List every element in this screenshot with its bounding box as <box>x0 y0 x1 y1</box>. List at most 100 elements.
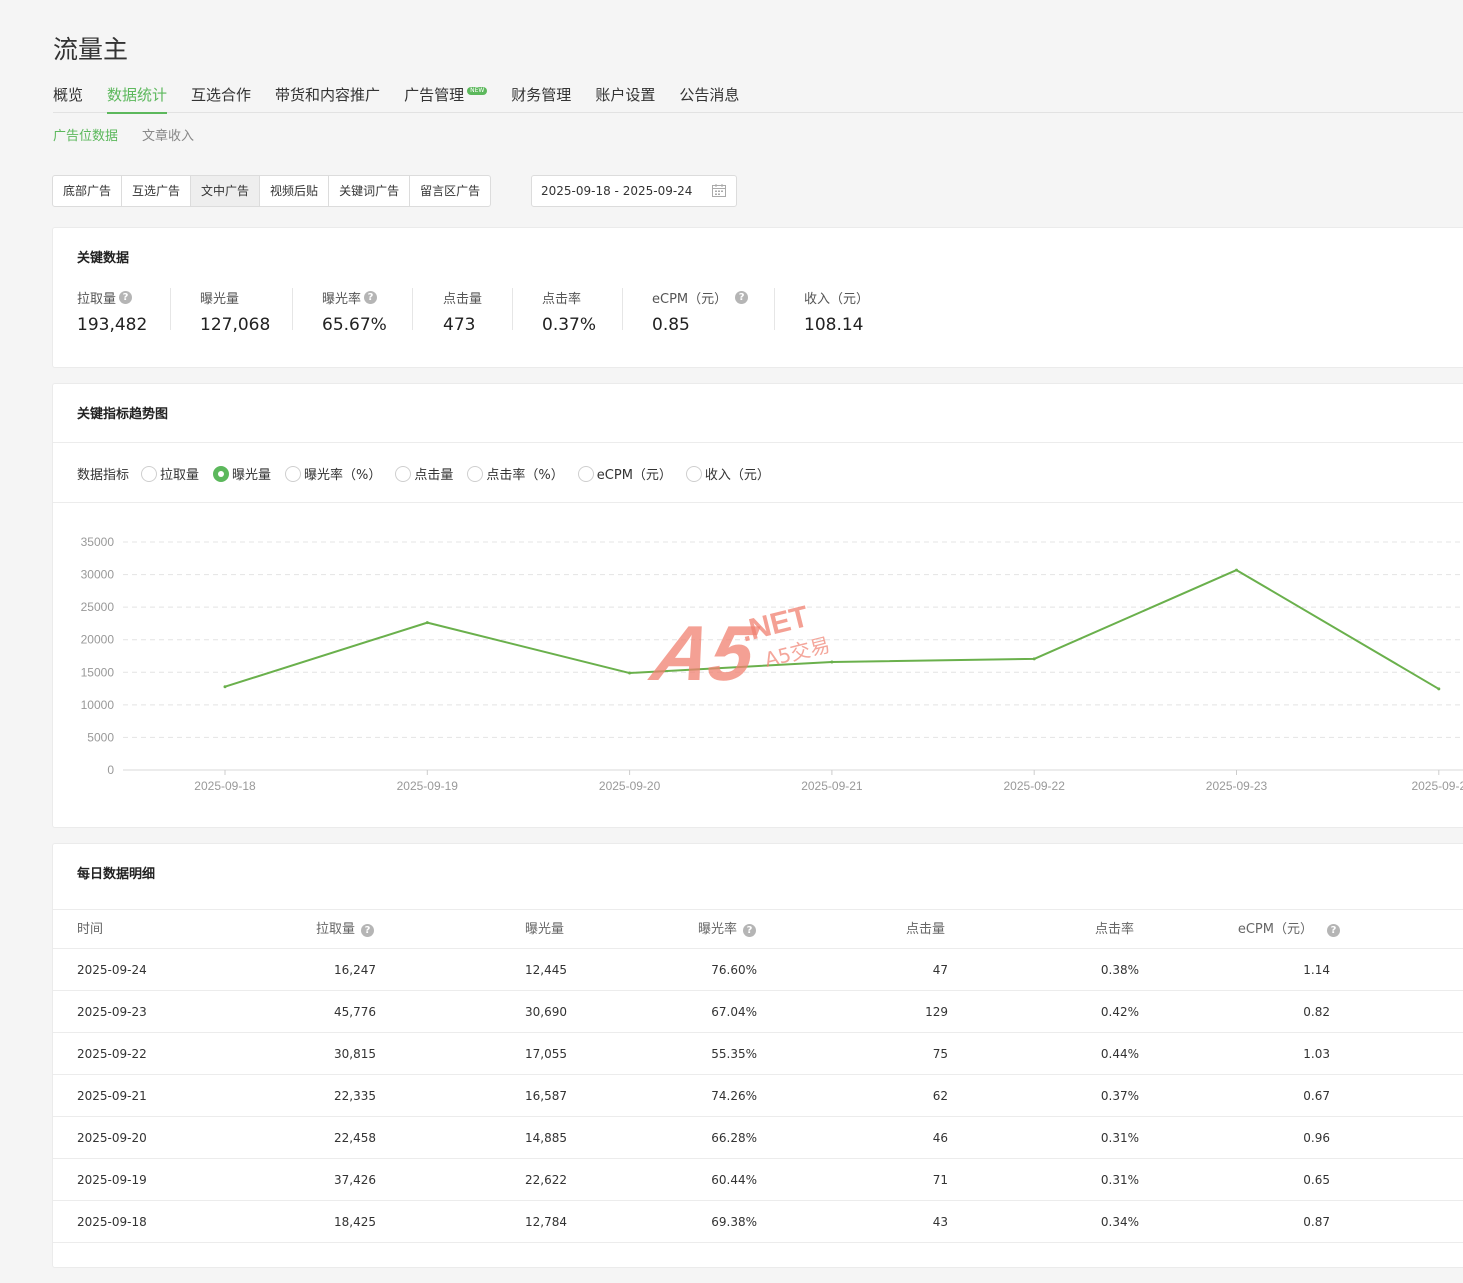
kpi-click-count: 点击量 473 <box>443 288 482 335</box>
table-row: 2025-09-23 45,776 30,690 67.04% 129 0.42% 0.82 <box>53 991 1463 1033</box>
table-cell: 2025-09-19 <box>77 1173 147 1187</box>
table-cell: 17,055 <box>525 1047 567 1061</box>
table-cell: 22,622 <box>525 1173 567 1187</box>
y-tick-label: 15000 <box>81 665 115 679</box>
daily-detail-card: 每日数据明细 时间 拉取量? 曝光量 曝光率? 点击量 点击率 eCPM（元）?… <box>52 843 1463 1268</box>
ad-type-tabs: 底部广告 互选广告 文中广告 视频后贴 关键词广告 留言区广告 <box>52 175 492 207</box>
nav-statistics[interactable]: 数据统计 <box>107 84 168 114</box>
metric-radio-clicks[interactable]: 点击量 <box>395 464 453 483</box>
kpi-divider <box>292 288 293 330</box>
table-row: 2025-09-19 37,426 22,622 60.44% 71 0.31% 0.65 <box>53 1159 1463 1201</box>
tab-bottom-ad[interactable]: 底部广告 <box>53 176 123 206</box>
tab-comment-area-ad[interactable]: 留言区广告 <box>410 176 490 206</box>
col-header-exposure-rate: 曝光率? <box>698 910 756 950</box>
calendar-icon <box>712 184 726 197</box>
kpi-label: 曝光率 <box>322 292 362 307</box>
tab-in-article-ad[interactable]: 文中广告 <box>191 176 261 206</box>
metric-radio-ecpm[interactable]: eCPM（元） <box>577 464 672 483</box>
table-cell: 14,885 <box>525 1131 567 1145</box>
kpi-income: 收入（元） 108.14 <box>804 288 869 335</box>
table-cell: 47 <box>932 963 948 977</box>
table-cell: 22,335 <box>334 1089 376 1103</box>
tab-mutual-ad[interactable]: 互选广告 <box>122 176 192 206</box>
nav-overview[interactable]: 概览 <box>53 84 83 113</box>
table-cell: 30,690 <box>525 1005 567 1019</box>
subnav-ad-slot-data[interactable]: 广告位数据 <box>53 125 118 144</box>
nav-label: 公告消息 <box>679 86 740 104</box>
date-range-value: 2025-09-18 - 2025-09-24 <box>541 184 693 198</box>
metric-label: 数据指标 <box>77 468 130 483</box>
nav-account-settings[interactable]: 账户设置 <box>595 84 655 113</box>
kpi-exposure-rate: 曝光率? 65.67% <box>322 288 387 335</box>
table-row: 2025-09-22 30,815 17,055 55.35% 75 0.44% 1.03 <box>53 1033 1463 1075</box>
kpi-value: 473 <box>443 315 476 335</box>
table-cell: 45,776 <box>334 1005 376 1019</box>
metric-radio-click-rate[interactable]: 点击率（%） <box>467 464 564 483</box>
col-header-pull: 拉取量? <box>316 910 374 950</box>
main-nav: 概览 数据统计 互选合作 带货和内容推广 广告管理 NEW 财务管理 账户设置 公… <box>53 84 1463 114</box>
help-icon[interactable]: ? <box>364 291 378 304</box>
nav-label: 带货和内容推广 <box>275 86 381 104</box>
kpi-ecpm: eCPM（元）? 0.85 <box>652 288 749 335</box>
help-icon[interactable]: ? <box>1327 923 1340 937</box>
subnav-article-income[interactable]: 文章收入 <box>142 125 194 144</box>
metric-radio-exposure-rate[interactable]: 曝光率（%） <box>285 464 381 483</box>
nav-announcements[interactable]: 公告消息 <box>679 84 739 113</box>
y-tick-label: 30000 <box>81 568 115 582</box>
table-cell: 0.67 <box>1303 1089 1330 1103</box>
divider <box>53 502 1463 503</box>
metric-radio-exposure[interactable]: 曝光量 <box>213 464 271 483</box>
metric-radio-income[interactable]: 收入（元） <box>685 464 770 483</box>
table-cell: 30,815 <box>334 1047 376 1061</box>
table-row: 2025-09-24 16,247 12,445 76.60% 47 0.38% 1.14 <box>53 949 1463 991</box>
help-icon[interactable]: ? <box>743 923 756 937</box>
table-row: 2025-09-18 18,425 12,784 69.38% 43 0.34% 0.87 <box>53 1201 1463 1243</box>
table-cell: 46 <box>932 1131 948 1145</box>
tab-keyword-ad[interactable]: 关键词广告 <box>329 176 411 206</box>
table-cell: 66.28% <box>711 1131 757 1145</box>
kpi-label: 点击量 <box>443 292 483 307</box>
table-cell: 0.87 <box>1303 1215 1330 1229</box>
nav-label: 财务管理 <box>511 86 572 104</box>
key-data-title: 关键数据 <box>77 251 130 266</box>
table-header: 时间 拉取量? 曝光量 曝光率? 点击量 点击率 eCPM（元）? <box>53 909 1463 949</box>
divider <box>53 442 1463 443</box>
radio-circle <box>467 465 484 482</box>
col-label: 曝光量 <box>524 922 564 937</box>
table-cell: 0.82 <box>1303 1005 1330 1019</box>
metric-radio-pull[interactable]: 拉取量 <box>141 464 199 483</box>
table-cell: 2025-09-21 <box>77 1089 147 1103</box>
table-cell: 0.37% <box>1100 1089 1139 1103</box>
radio-circle <box>141 465 158 482</box>
col-header-date: 时间 <box>77 910 103 950</box>
help-icon[interactable]: ? <box>361 923 374 937</box>
y-tick-label: 0 <box>107 763 114 777</box>
table-cell: 0.96 <box>1303 1131 1330 1145</box>
help-icon[interactable]: ? <box>735 291 749 304</box>
table-cell: 0.42% <box>1100 1005 1139 1019</box>
nav-commerce-promotion[interactable]: 带货和内容推广 <box>275 84 380 113</box>
radio-circle <box>577 465 594 482</box>
nav-mutual-selection[interactable]: 互选合作 <box>191 84 251 113</box>
table-cell: 60.44% <box>711 1173 757 1187</box>
help-icon[interactable]: ? <box>119 291 133 304</box>
x-tick-label: 2025-09-23 <box>1206 779 1268 793</box>
table-cell: 16,587 <box>525 1089 567 1103</box>
date-range-picker[interactable]: 2025-09-18 - 2025-09-24 <box>531 175 737 207</box>
col-label: 曝光率 <box>697 922 737 937</box>
y-tick-label: 20000 <box>81 633 115 647</box>
radio-circle-checked <box>213 465 230 482</box>
sub-nav: 广告位数据 文章收入 <box>53 125 218 144</box>
table-cell: 0.44% <box>1100 1047 1139 1061</box>
y-tick-label: 25000 <box>81 600 115 614</box>
kpi-value: 108.14 <box>804 315 864 335</box>
nav-finance[interactable]: 财务管理 <box>511 84 571 113</box>
data-point <box>1235 568 1238 572</box>
kpi-label: eCPM（元） <box>652 292 728 307</box>
nav-ad-management[interactable]: 广告管理 NEW <box>404 84 488 113</box>
trend-title: 关键指标趋势图 <box>77 407 169 422</box>
radio-label: 点击率（%） <box>486 468 564 483</box>
tab-video-post-roll[interactable]: 视频后贴 <box>260 176 330 206</box>
y-tick-label: 5000 <box>87 730 114 744</box>
col-label: 时间 <box>77 922 104 937</box>
